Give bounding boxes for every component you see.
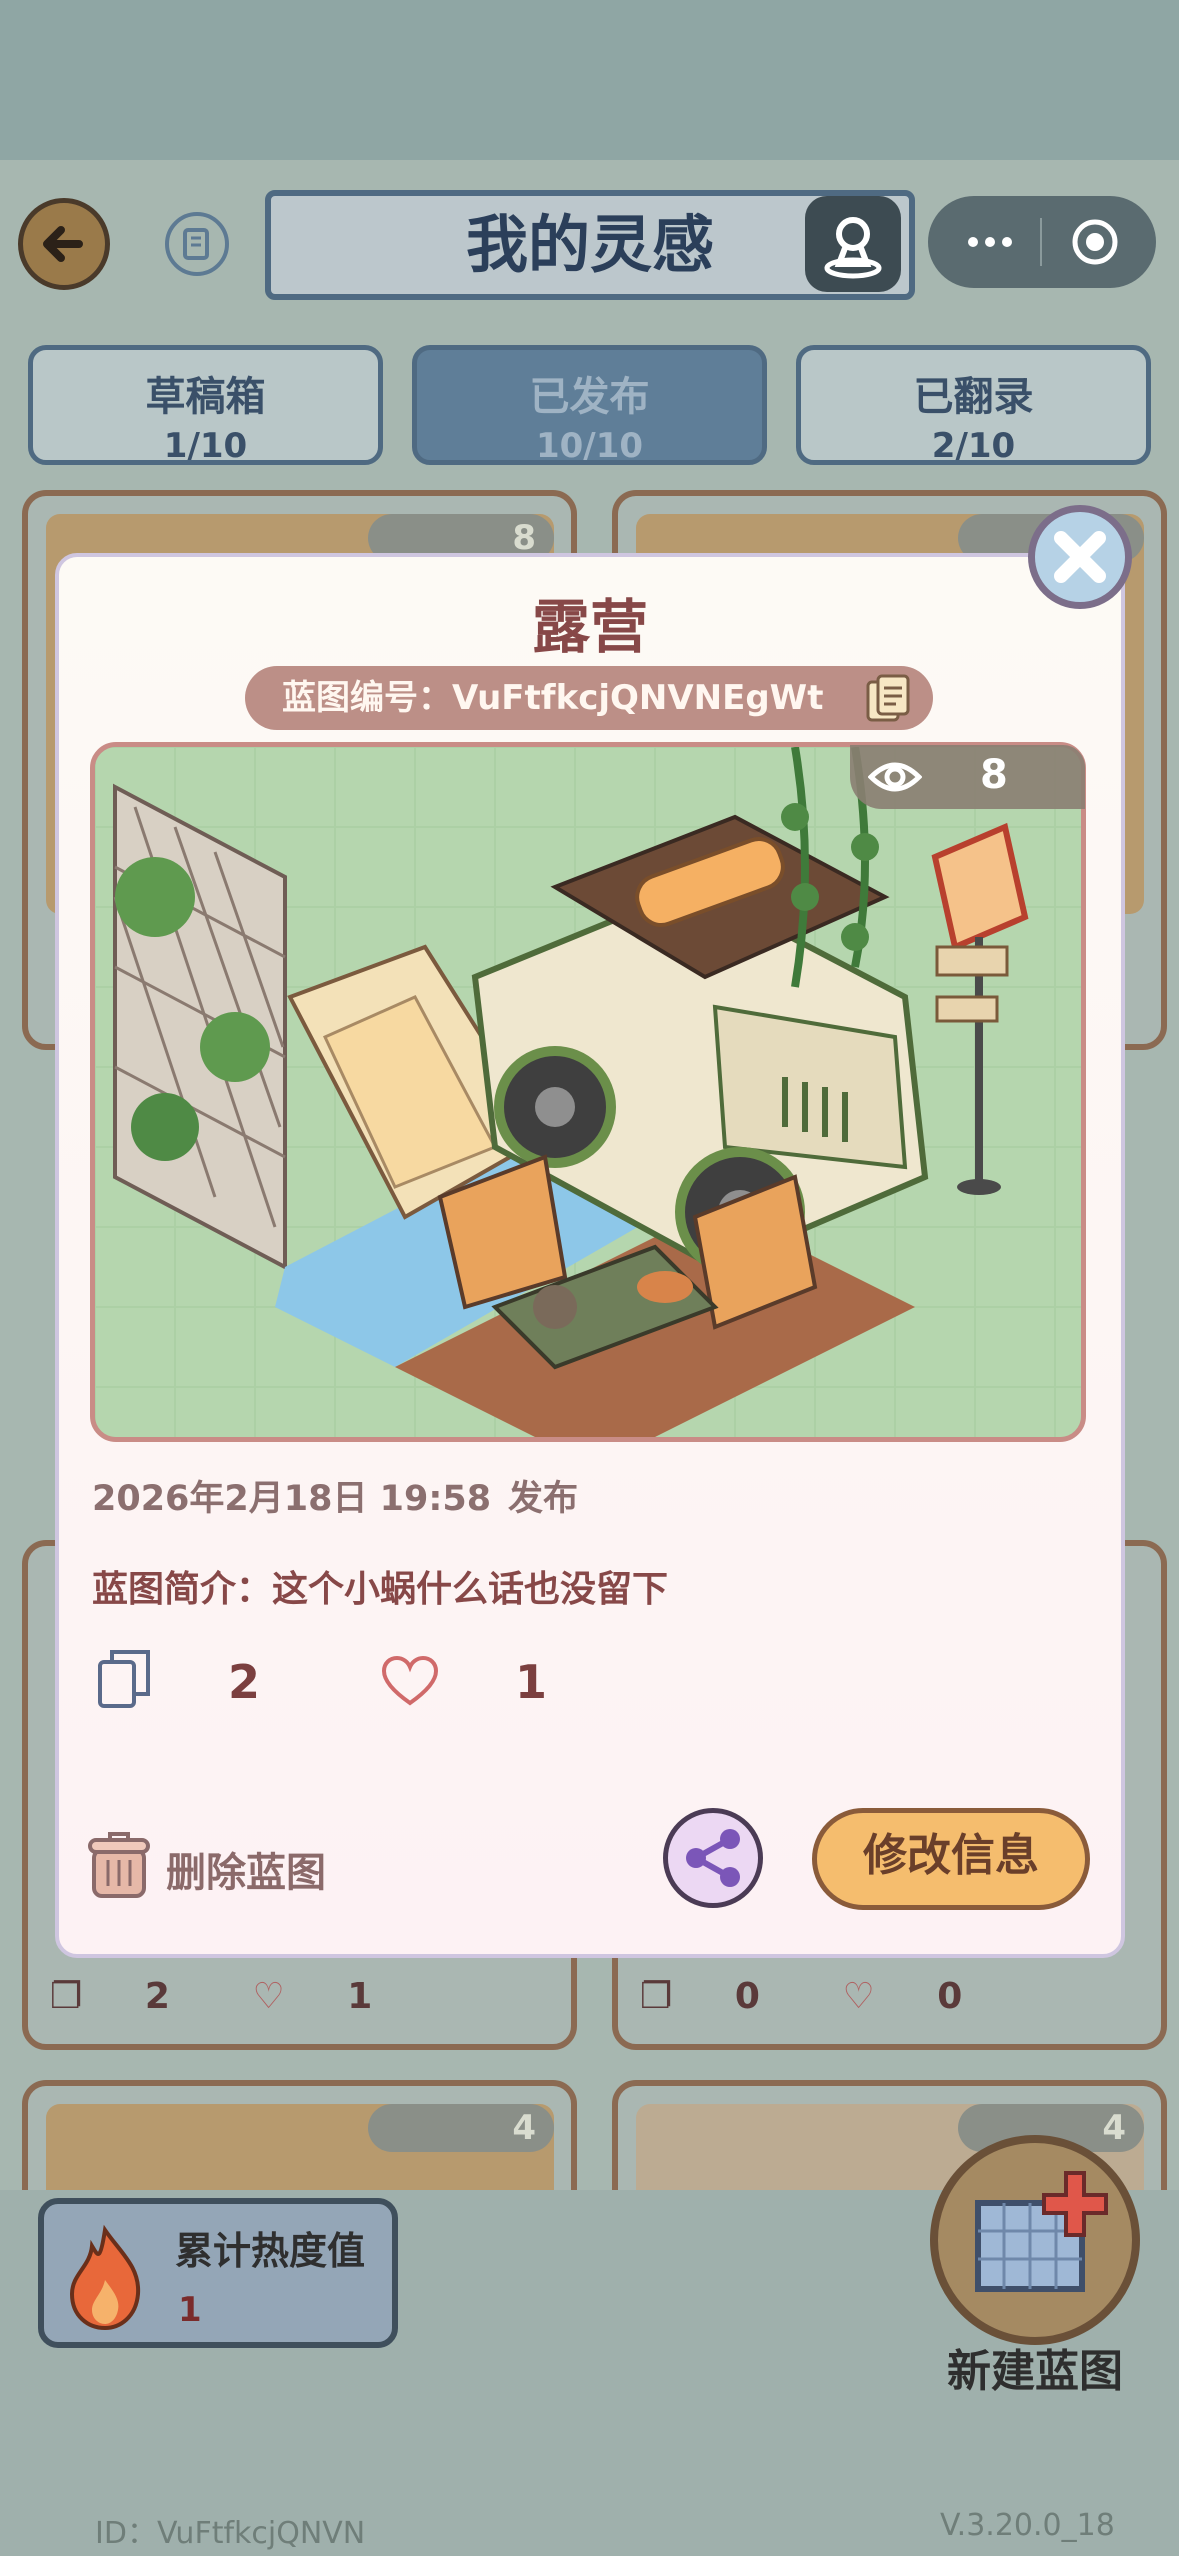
camping-scene-illustration (95, 747, 1081, 1437)
back-button[interactable] (18, 198, 110, 290)
delete-label[interactable]: 删除蓝图 (166, 1840, 326, 1898)
flame-icon (69, 2224, 141, 2331)
eye-icon (868, 762, 922, 792)
publish-date: 2026年2月18日 19:58 (92, 1479, 492, 1519)
tab-label: 草稿箱 (145, 374, 266, 420)
blueprint-preview-image (90, 742, 1086, 1442)
avatar-button[interactable] (805, 196, 901, 292)
tab-drafts[interactable]: 草稿箱 1/10 (28, 345, 383, 466)
tab-count: 2/10 (931, 426, 1016, 466)
heart-icon: ♡ (842, 1976, 875, 2017)
likes-count: 1 (515, 1655, 548, 1709)
modal-title: 露营 (531, 593, 648, 661)
edit-info-label[interactable]: 修改信息 (812, 1808, 1090, 1910)
exit-button[interactable] (1060, 210, 1130, 274)
user-id: ID：VuFtfkcjQNVN (95, 2516, 366, 2551)
new-blueprint-button[interactable] (930, 2135, 1140, 2345)
more-button[interactable] (955, 210, 1025, 274)
card-stats: ❐ 0 ♡ 0 (640, 1976, 963, 2017)
trash-icon (88, 1832, 150, 1898)
copy-icon (98, 1650, 150, 1708)
tab-rerecorded[interactable]: 已翻录 2/10 (796, 345, 1151, 466)
status-bar-area (0, 0, 1179, 160)
tab-label: 已翻录 (913, 374, 1034, 420)
new-blueprint-label[interactable]: 新建蓝图 (930, 2335, 1140, 2399)
heat-value: 1 (178, 2290, 202, 2330)
tab-label: 已发布 (529, 374, 650, 420)
version-label: V.3.20.0_18 (940, 2508, 1115, 2543)
heart-icon: ♡ (252, 1976, 285, 2017)
copy-icon: ❐ (640, 1976, 673, 2017)
view-badge: 4 (368, 2104, 554, 2152)
heart-icon[interactable] (380, 1655, 440, 1707)
blueprint-id: 蓝图编号：VuFtfkcjQNVNEgWt (282, 678, 824, 718)
share-button[interactable] (663, 1808, 763, 1908)
tab-count: 10/10 (535, 426, 644, 466)
copies-count: 2 (228, 1655, 261, 1709)
share-icon (686, 1829, 740, 1887)
capsule-divider (1040, 218, 1042, 266)
back-arrow-icon (43, 226, 83, 262)
copy-icon: ❐ (50, 1976, 83, 2017)
blueprint-intro: 蓝图简介：这个小蜗什么话也没留下 (92, 1569, 669, 1610)
tab-count: 1/10 (163, 426, 248, 466)
avatar-icon (824, 217, 882, 279)
tab-published[interactable]: 已发布 10/10 (412, 345, 767, 466)
copy-icon[interactable] (862, 672, 914, 726)
heat-label: 累计热度值 (175, 2229, 366, 2273)
more-icon (968, 237, 1012, 247)
card-stats: ❐ 2 ♡ 1 (50, 1976, 373, 2017)
publish-status: 发布 (508, 1479, 579, 1519)
record-icon (1072, 219, 1118, 265)
views-count: 8 (980, 752, 1008, 798)
blueprint-add-icon (975, 2171, 1108, 2292)
guide-button[interactable] (165, 212, 229, 276)
guide-book-icon (183, 228, 209, 260)
